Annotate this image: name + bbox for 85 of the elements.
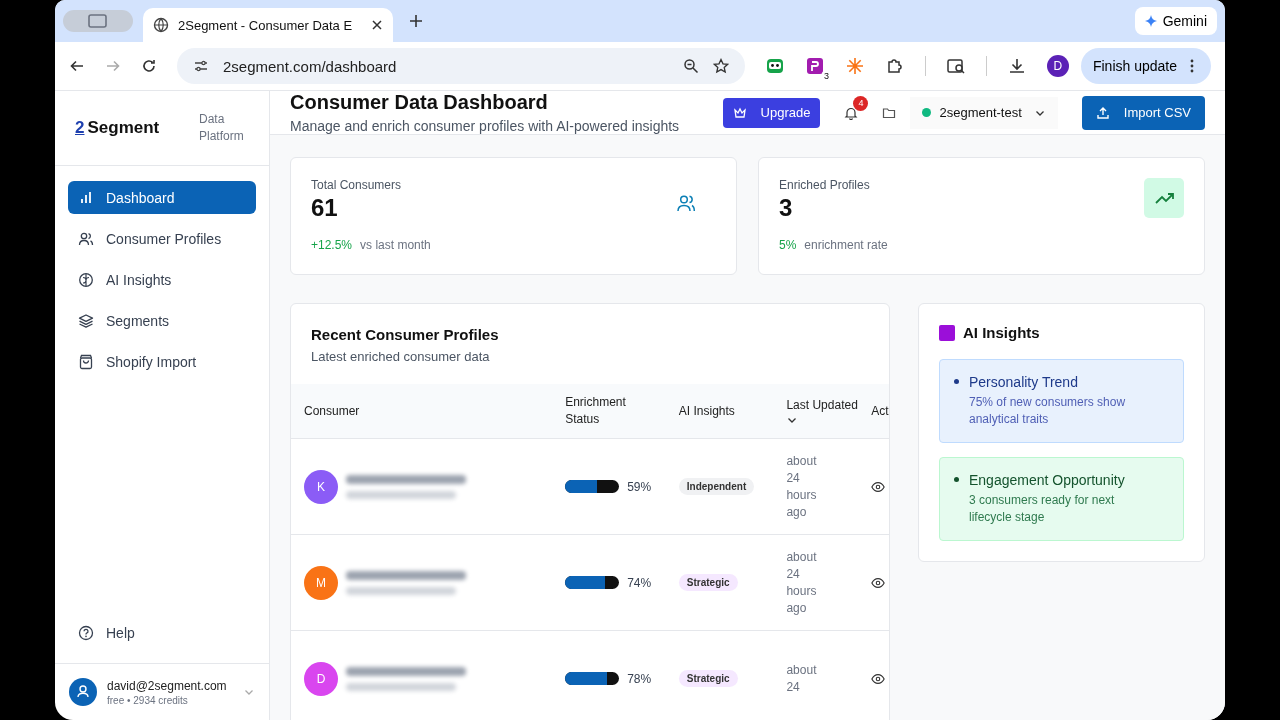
import-csv-button[interactable]: Import CSV [1081, 95, 1205, 130]
help-link[interactable]: Help [68, 616, 256, 649]
user-avatar[interactable] [69, 678, 97, 706]
insight-title: Engagement Opportunity [969, 472, 1126, 488]
globe-icon [153, 17, 169, 33]
stat-value: 3 [779, 194, 794, 222]
help-icon [78, 624, 94, 641]
gemini-button[interactable]: Gemini [1134, 7, 1217, 35]
updated-time: about 24 [786, 661, 818, 696]
updated-time: about 24 hours ago [786, 452, 818, 521]
card-title: Recent Consumer Profiles [311, 326, 500, 343]
avatar: D [304, 661, 338, 696]
close-icon[interactable] [371, 19, 384, 31]
insight-tag: Strategic [678, 670, 738, 687]
sparkle-icon [1144, 15, 1157, 27]
address-bar[interactable]: 2segment.com/dashboard [177, 48, 745, 84]
nav-item[interactable]: Consumer Profiles [68, 222, 256, 255]
stat-change: 5% [779, 238, 797, 252]
folder-icon[interactable] [882, 105, 897, 120]
enrichment-percent: 59% [627, 479, 652, 494]
new-tab-icon[interactable] [409, 14, 424, 28]
stat-note: vs last month [360, 238, 431, 252]
logo-mark: 2 [75, 118, 85, 138]
enrichment-percent: 78% [627, 671, 652, 686]
zoom-icon[interactable] [682, 58, 699, 74]
card-subtitle: Latest enriched consumer data [311, 349, 491, 364]
insight-text: 3 consumers ready for next lifecycle stage [969, 492, 1116, 526]
stat-label: Total Consumers [311, 178, 403, 192]
view-icon[interactable] [871, 575, 886, 590]
brain-icon [78, 271, 94, 288]
profile-avatar[interactable]: D [1046, 55, 1069, 77]
site-settings-icon[interactable] [193, 58, 209, 74]
reload-icon[interactable] [141, 58, 157, 74]
column-header: AI Insights [678, 402, 736, 420]
extension-icon[interactable] [804, 56, 825, 76]
nav-item[interactable]: Segments [68, 304, 256, 337]
avatar: M [304, 565, 338, 600]
nav-item[interactable]: Dashboard [68, 181, 256, 214]
view-icon[interactable] [871, 671, 886, 686]
bell-icon[interactable] [844, 105, 859, 120]
workspace-selector[interactable]: 2segment-test [910, 96, 1058, 129]
trend-up-icon [1144, 178, 1184, 218]
card-title: AI Insights [963, 324, 1040, 341]
stat-change: +12.5% [311, 238, 353, 252]
status-dot [922, 108, 932, 117]
nav-item[interactable]: AI Insights [68, 263, 256, 296]
upload-icon [1095, 105, 1110, 120]
nav-item[interactable]: Shopify Import [68, 345, 256, 378]
insight-tag: Strategic [678, 574, 738, 591]
column-header: Enrichment Status [565, 394, 627, 428]
robot-icon[interactable] [764, 56, 785, 76]
column-header: Last Updated [786, 396, 859, 414]
upgrade-button[interactable]: Upgrade [722, 97, 821, 128]
insight-title: Personality Trend [969, 374, 1079, 390]
avatar: K [304, 469, 338, 504]
users-icon [676, 193, 696, 213]
star-icon[interactable] [712, 58, 729, 74]
updated-time: about 24 hours ago [786, 548, 818, 617]
square-icon [939, 324, 955, 341]
layers-icon [78, 312, 94, 329]
stat-note: enrichment rate [804, 238, 888, 252]
user-email: david@2segment.com [107, 678, 228, 693]
sparkle-icon[interactable] [844, 56, 865, 76]
stat-value: 61 [311, 194, 339, 222]
shopping-bag-icon [78, 353, 94, 370]
page-subtitle: Manage and enrich consumer profiles with AI-powered insights [290, 118, 680, 134]
view-icon[interactable] [871, 479, 886, 494]
search-tab-icon[interactable] [945, 56, 966, 76]
stat-label: Enriched Profiles [779, 178, 871, 192]
page-title: Consumer Data Dashboard [290, 91, 549, 114]
logo-text: Segment [87, 118, 161, 138]
tagline: Data Platform [199, 111, 245, 145]
bar-chart-icon [78, 189, 94, 206]
column-header: Consumer [304, 402, 361, 420]
enrichment-percent: 74% [627, 575, 652, 590]
notification-badge: 4 [853, 95, 869, 111]
tab-group-icon[interactable] [63, 10, 133, 32]
browser-tab[interactable]: 2Segment - Consumer Data E [143, 8, 394, 42]
extension-badge: 3 [821, 71, 831, 81]
user-plan: free • 2934 credits [107, 694, 189, 706]
back-icon[interactable] [69, 58, 85, 74]
insight-tag: Independent [678, 478, 755, 495]
insight-text: 75% of new consumers show analytical traits [969, 394, 1127, 428]
users-icon [78, 230, 94, 247]
finish-update-button[interactable]: Finish update [1080, 48, 1211, 84]
